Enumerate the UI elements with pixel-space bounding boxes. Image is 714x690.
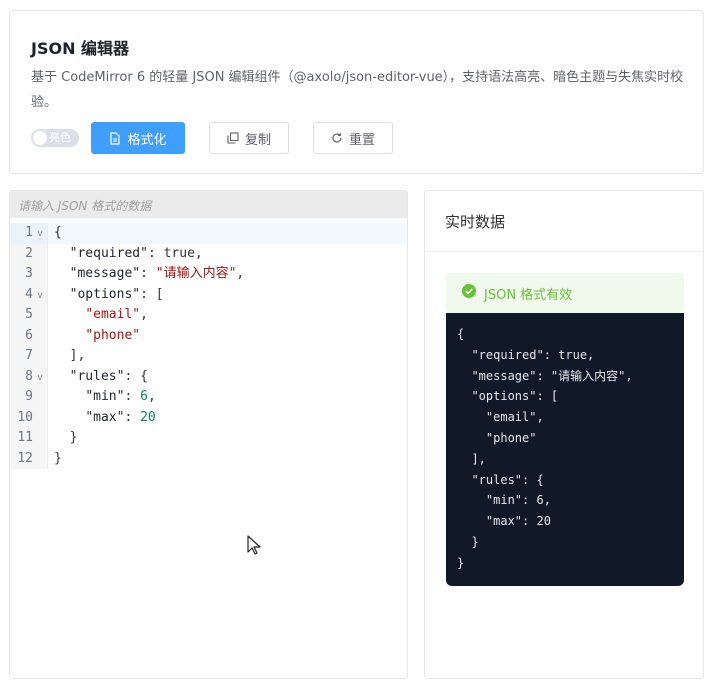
copy-button[interactable]: 复制 xyxy=(209,122,289,154)
line-number: 6 xyxy=(10,325,48,346)
header-card: JSON 编辑器 基于 CodeMirror 6 的轻量 JSON 编辑组件（@… xyxy=(9,10,704,174)
code-token: 6 xyxy=(140,389,148,404)
realtime-data-panel: 实时数据 JSON 格式有效 { "required": true, "mess… xyxy=(424,190,704,679)
copy-icon xyxy=(227,132,239,144)
code-text: { xyxy=(54,223,62,244)
json-output: { "required": true, "message": "请输入内容", … xyxy=(446,313,684,586)
code-token: : xyxy=(147,245,164,261)
code-line[interactable]: 10 "max": 20 xyxy=(10,407,407,429)
code-token: , xyxy=(147,389,156,404)
code-text: "message": "请输入内容", xyxy=(54,264,245,285)
fold-toggle-icon[interactable]: v xyxy=(37,224,43,245)
code-token: "max" xyxy=(85,409,125,425)
code-line[interactable]: 1 v{ xyxy=(10,223,407,244)
fold-toggle-icon[interactable]: v xyxy=(37,368,43,389)
document-icon xyxy=(109,131,121,145)
json-output-text: { "required": true, "message": "请输入内容", … xyxy=(457,327,633,570)
editor-placeholder: 请输入 JSON 格式的数据 xyxy=(18,199,152,213)
check-circle-icon xyxy=(462,284,476,302)
code-token: "required" xyxy=(69,245,148,261)
code-token: "email" xyxy=(85,307,141,322)
code-line[interactable]: 11 } xyxy=(10,428,407,449)
code-token: true xyxy=(163,245,195,261)
line-number: 3 xyxy=(10,264,48,285)
editor-placeholder-bar: 请输入 JSON 格式的数据 xyxy=(10,191,407,218)
code-line[interactable]: 6 "phone" xyxy=(10,325,407,347)
code-line[interactable]: 8v "rules": { xyxy=(10,366,407,389)
theme-switch[interactable]: 亮色 xyxy=(31,129,79,147)
format-button[interactable]: 格式化 xyxy=(91,122,185,154)
code-token: : { xyxy=(124,368,148,384)
copy-button-label: 复制 xyxy=(244,132,271,148)
code-token: : [ xyxy=(140,286,164,302)
reset-button-label: 重置 xyxy=(348,132,375,148)
code-token: , xyxy=(236,266,245,281)
json-editor[interactable]: 请输入 JSON 格式的数据 1 v{2 "required": true, 3 "… xyxy=(9,190,408,679)
format-button-label: 格式化 xyxy=(127,132,167,148)
code-line[interactable]: 9 "min": 6, xyxy=(10,387,407,408)
line-number: 2 xyxy=(10,243,48,264)
code-text: "options": [ xyxy=(54,285,164,306)
code-token: : xyxy=(124,389,141,404)
code-area[interactable]: 1 v{2 "required": true, 3 "message": "请输入内… xyxy=(10,223,407,469)
code-token: "请输入内容" xyxy=(155,266,237,281)
page-title: JSON 编辑器 xyxy=(31,39,130,58)
mouse-cursor-icon xyxy=(247,535,261,559)
code-token: , xyxy=(194,245,203,261)
code-token: : xyxy=(124,409,141,425)
fold-toggle-icon[interactable]: v xyxy=(37,286,43,307)
code-line[interactable]: 7 ], xyxy=(10,346,407,367)
code-line[interactable]: 4v "options": [ xyxy=(10,284,407,307)
line-number: 11 xyxy=(10,428,48,449)
code-text: "email", xyxy=(54,305,148,326)
code-text: "rules": { xyxy=(54,367,148,388)
validation-status: JSON 格式有效 xyxy=(446,273,684,313)
validation-status-text: JSON 格式有效 xyxy=(484,287,573,303)
code-text: } xyxy=(54,449,62,470)
code-line[interactable]: 2 "required": true, xyxy=(10,243,407,265)
refresh-icon xyxy=(331,132,343,144)
code-token: : xyxy=(140,266,156,281)
realtime-data-title: 实时数据 xyxy=(425,191,703,252)
line-number: 9 xyxy=(10,387,48,408)
code-token: } xyxy=(54,450,62,466)
code-text: "phone" xyxy=(54,326,140,347)
code-token: "phone" xyxy=(85,327,141,343)
code-token: 20 xyxy=(140,409,156,425)
code-token: "rules" xyxy=(69,368,125,384)
json-editor-page: JSON 编辑器 基于 CodeMirror 6 的轻量 JSON 编辑组件（@… xyxy=(0,0,714,690)
switch-knob xyxy=(33,131,47,145)
code-token: "message" xyxy=(69,266,141,281)
page-description: 基于 CodeMirror 6 的轻量 JSON 编辑组件（@axolo/jso… xyxy=(31,70,684,110)
code-line[interactable]: 5 "email", xyxy=(10,305,407,326)
code-text: "max": 20 xyxy=(54,408,156,429)
code-line[interactable]: 3 "message": "请输入内容", xyxy=(10,264,407,285)
code-text: "required": true, xyxy=(54,244,203,265)
code-token: "options" xyxy=(69,286,141,302)
theme-switch-label: 亮色 xyxy=(49,131,71,144)
code-token: { xyxy=(54,225,62,240)
line-number: 12 xyxy=(10,448,48,469)
code-token: "min" xyxy=(85,389,125,404)
code-token: , xyxy=(140,307,148,322)
code-token: ], xyxy=(54,348,86,363)
line-number: 5 xyxy=(10,305,48,326)
line-number: 7 xyxy=(10,346,48,367)
code-token: } xyxy=(54,430,78,445)
reset-button[interactable]: 重置 xyxy=(313,122,393,154)
line-number: 10 xyxy=(10,407,48,428)
code-text: } xyxy=(54,428,78,449)
code-text: "min": 6, xyxy=(54,387,156,408)
code-line[interactable]: 12} xyxy=(10,448,407,470)
code-text: ], xyxy=(54,346,86,367)
